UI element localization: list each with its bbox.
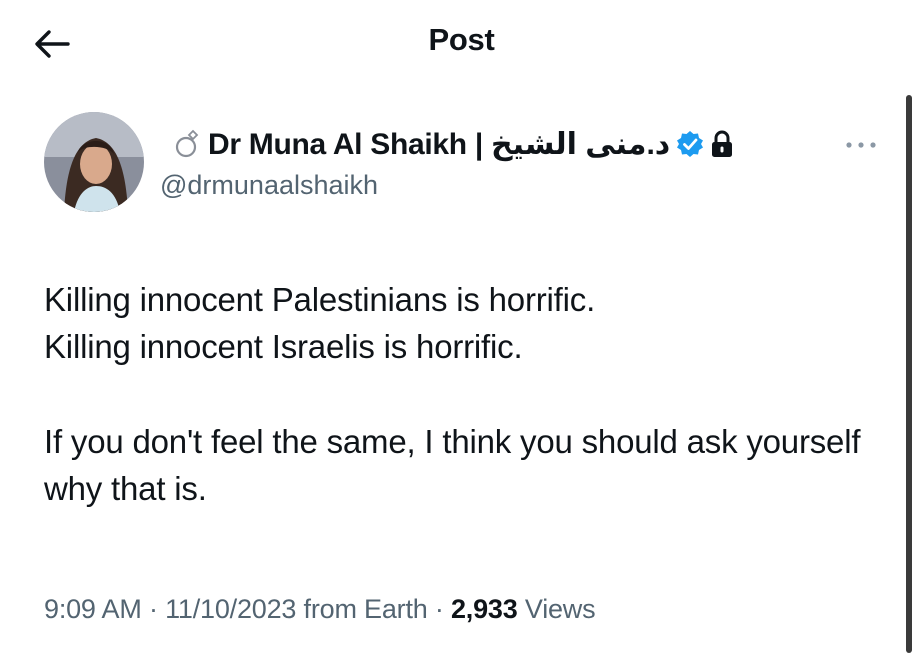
- top-bar: Post: [0, 0, 923, 84]
- page-title: Post: [428, 22, 495, 57]
- views-count[interactable]: 2,933: [451, 594, 518, 624]
- tweet-line: Killing innocent Israelis is horrific.: [44, 328, 523, 365]
- more-horizontal-icon: [846, 142, 876, 148]
- avatar[interactable]: [44, 112, 144, 212]
- views-label: Views: [524, 594, 596, 624]
- author-display-name[interactable]: Dr Muna Al Shaikh | د.منى الشيخ: [208, 127, 670, 162]
- tweet-time[interactable]: 9:09 AM: [44, 594, 142, 624]
- lock-icon: [712, 130, 733, 157]
- avatar-image: [44, 112, 144, 212]
- ring-icon: [175, 129, 199, 158]
- scrollbar[interactable]: [906, 95, 912, 653]
- meta-separator: ·: [427, 594, 451, 624]
- tweet-line: If you don't feel the same, I think you …: [44, 423, 861, 507]
- author-name-row[interactable]: Dr Muna Al Shaikh | د.منى الشيخ: [172, 124, 734, 164]
- tweet-body: Killing innocent Palestinians is horrifi…: [44, 276, 894, 512]
- tweet-date[interactable]: 11/10/2023: [165, 594, 296, 624]
- tweet-source: from Earth: [303, 594, 428, 624]
- tweet-line: Killing innocent Palestinians is horrifi…: [44, 281, 596, 318]
- meta-separator: ·: [141, 594, 166, 624]
- author-handle[interactable]: @drmunaalshaikh: [160, 170, 378, 201]
- tweet-meta: 9:09 AM · 11/10/2023 from Earth · 2,933 …: [44, 594, 596, 625]
- verified-badge-icon: [677, 131, 704, 157]
- more-options-button[interactable]: [836, 130, 886, 160]
